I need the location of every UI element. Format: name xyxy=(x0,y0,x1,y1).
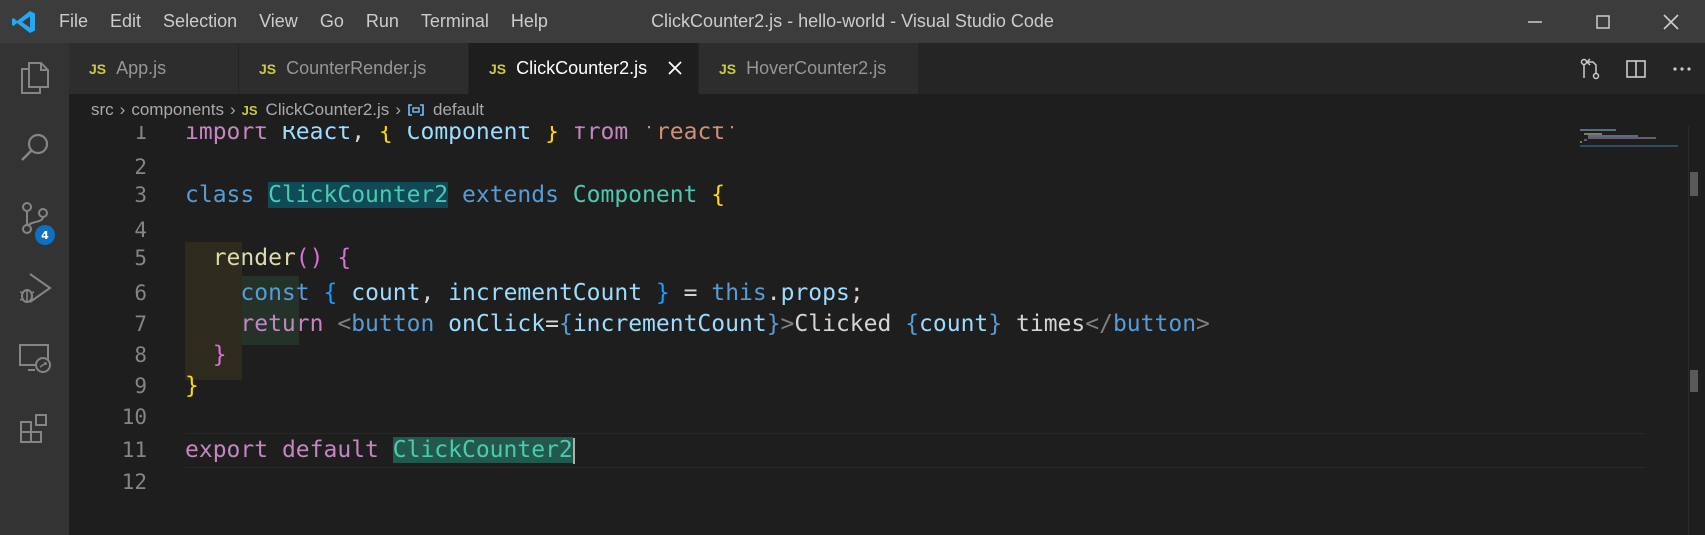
code-line: 10 xyxy=(69,400,1569,435)
minimize-icon xyxy=(1528,20,1542,23)
code-text: } xyxy=(185,373,199,399)
editor-tab-bar: JS App.js JS CounterRender.js JS ClickCo… xyxy=(69,43,1705,94)
maximize-icon xyxy=(1596,14,1610,29)
editor-actions xyxy=(1567,43,1705,94)
code-text: render() { xyxy=(212,245,352,271)
code-line: 7 return <button onClick={incrementCount… xyxy=(69,307,1569,342)
compare-changes-icon xyxy=(1580,57,1600,79)
breadcrumb-symbol[interactable]: default xyxy=(433,100,484,120)
code-line: 8 } xyxy=(69,338,1569,373)
line-number: 9 xyxy=(134,374,147,398)
close-icon xyxy=(668,61,682,75)
js-file-icon: JS xyxy=(719,60,737,77)
split-editor-button[interactable] xyxy=(1613,43,1659,94)
line-number: 5 xyxy=(134,246,147,270)
code-text: import React, { Component } from 'react' xyxy=(185,126,740,145)
code-line: 9 } xyxy=(69,369,1569,404)
code-line: 12 xyxy=(69,465,1569,500)
js-file-icon: JS xyxy=(259,60,277,77)
ellipsis-icon xyxy=(1673,66,1691,71)
chevron-right-icon: › xyxy=(395,100,401,119)
menu-run[interactable]: Run xyxy=(355,0,410,43)
menu-view[interactable]: View xyxy=(248,0,309,43)
menu-bar: File Edit Selection View Go Run Terminal… xyxy=(48,0,559,43)
line-number: 8 xyxy=(134,343,147,367)
window-controls xyxy=(1501,0,1705,43)
remote-explorer-icon xyxy=(18,344,51,373)
vscode-logo-icon[interactable] xyxy=(0,0,48,43)
breadcrumb-components[interactable]: components xyxy=(131,100,224,120)
symbol-variable-icon xyxy=(408,104,424,116)
split-editor-icon xyxy=(1626,59,1646,78)
js-file-icon: JS xyxy=(489,60,507,77)
tab-label: CounterRender.js xyxy=(286,58,427,78)
menu-selection[interactable]: Selection xyxy=(152,0,248,43)
chevron-right-icon: › xyxy=(229,100,236,119)
text-cursor xyxy=(572,437,575,464)
code-text: } xyxy=(212,342,227,368)
source-control-badge: 4 xyxy=(35,225,55,245)
tab-app-js[interactable]: JS App.js xyxy=(69,43,239,94)
tab-counterrender-js[interactable]: JS CounterRender.js xyxy=(239,43,469,94)
search-icon xyxy=(20,133,48,161)
breadcrumb: src › components › JS ClickCounter2.js ›… xyxy=(69,94,1705,126)
line-number: 11 xyxy=(121,438,147,462)
scrollbar-marker xyxy=(1690,370,1698,392)
close-tab-button[interactable] xyxy=(664,57,686,79)
code-text: return <button onClick={incrementCount}>… xyxy=(240,311,1210,337)
tab-label: ClickCounter2.js xyxy=(516,58,648,78)
minimize-button[interactable] xyxy=(1501,0,1569,43)
menu-terminal[interactable]: Terminal xyxy=(410,0,500,43)
code-text: export default ClickCounter2 xyxy=(185,437,575,464)
line-number: 12 xyxy=(121,470,147,494)
extensions-button[interactable] xyxy=(0,393,69,463)
line-number: 3 xyxy=(134,183,147,207)
line-number: 6 xyxy=(134,280,147,305)
source-control-button[interactable]: 4 xyxy=(0,183,69,253)
more-actions-button[interactable] xyxy=(1659,43,1705,94)
close-icon xyxy=(1663,13,1679,30)
search-button[interactable] xyxy=(0,113,69,183)
tab-hovercounter2-js[interactable]: JS HoverCounter2.js xyxy=(699,43,919,94)
chevron-right-icon: › xyxy=(119,100,126,119)
scrollbar-thumb[interactable] xyxy=(1690,172,1698,196)
code-line: 1 import React, { Component } from 'reac… xyxy=(69,126,1569,150)
minimap[interactable] xyxy=(1578,126,1688,535)
menu-edit[interactable]: Edit xyxy=(99,0,152,43)
remote-explorer-button[interactable] xyxy=(0,323,69,393)
activity-bar: 4 xyxy=(0,43,69,535)
code-editor[interactable]: 1 import React, { Component } from 'reac… xyxy=(69,126,1705,535)
code-line: 3 class ClickCounter2 extends Component … xyxy=(69,178,1569,213)
run-debug-button[interactable] xyxy=(0,253,69,323)
breadcrumb-file[interactable]: ClickCounter2.js xyxy=(266,100,390,120)
tab-label: App.js xyxy=(116,58,167,78)
js-file-icon: JS xyxy=(89,60,107,77)
explorer-button[interactable] xyxy=(0,43,69,113)
breadcrumb-src[interactable]: src xyxy=(91,100,114,120)
maximize-button[interactable] xyxy=(1569,0,1637,43)
line-number: 7 xyxy=(134,312,147,336)
title-bar: File Edit Selection View Go Run Terminal… xyxy=(0,0,1705,43)
open-changes-button[interactable] xyxy=(1567,43,1613,94)
js-file-icon: JS xyxy=(241,102,258,118)
menu-file[interactable]: File xyxy=(48,0,99,43)
code-line: 5 render() { xyxy=(69,241,1569,276)
close-window-button[interactable] xyxy=(1637,0,1705,43)
tab-clickcounter2-js[interactable]: JS ClickCounter2.js xyxy=(469,43,699,94)
code-line: 11 export default ClickCounter2 xyxy=(69,433,1569,468)
extensions-icon xyxy=(19,414,47,443)
line-number: 1 xyxy=(134,126,147,144)
explorer-icon xyxy=(20,62,49,94)
code-line: 6 const { count, incrementCount } = this… xyxy=(69,276,1569,311)
line-number: 10 xyxy=(121,405,147,429)
run-debug-icon xyxy=(19,273,52,303)
code-text: const { count, incrementCount } = this.p… xyxy=(240,279,864,306)
menu-help[interactable]: Help xyxy=(500,0,559,43)
menu-go[interactable]: Go xyxy=(309,0,355,43)
tab-label: HoverCounter2.js xyxy=(746,58,887,78)
code-text: class ClickCounter2 extends Component { xyxy=(185,182,726,208)
